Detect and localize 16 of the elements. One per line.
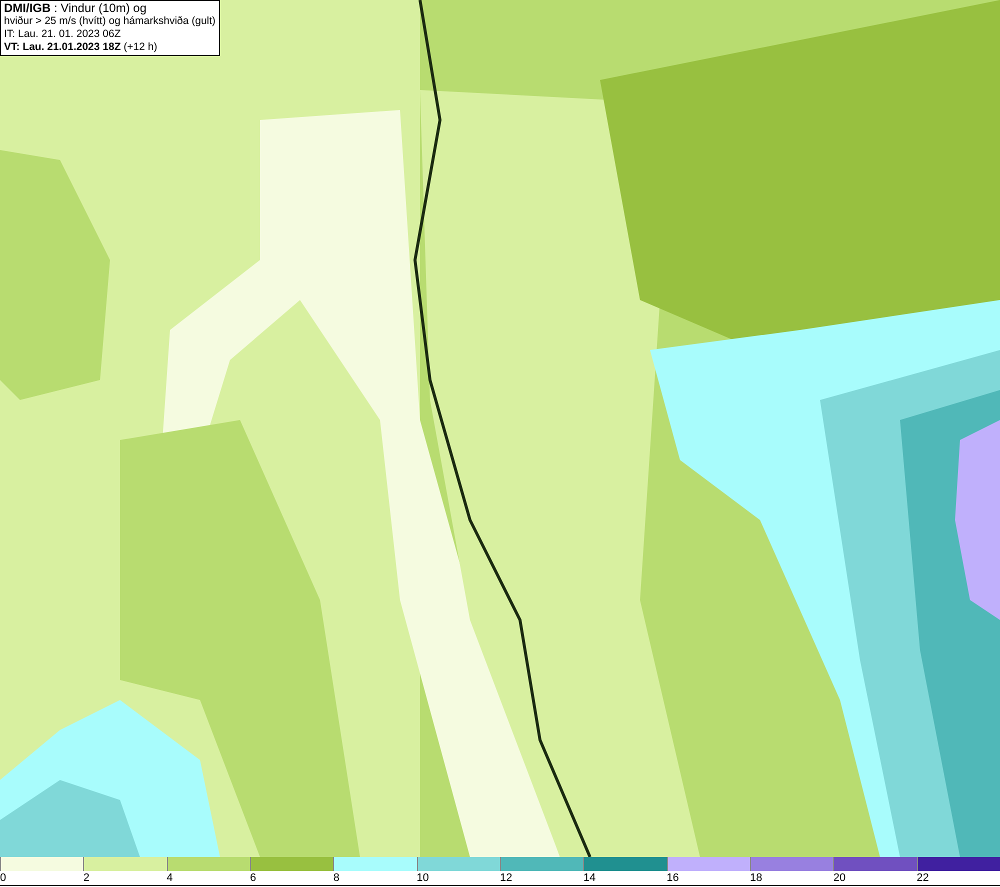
legend-label: 6: [250, 871, 256, 885]
header-text: VT: Lau. 21.01.2023 18Z (+12 h): [4, 41, 158, 54]
legend-label: 8: [333, 871, 340, 885]
legend-label: 22: [916, 871, 929, 885]
legend-label: 18: [750, 871, 762, 885]
legend-label: 4: [166, 871, 173, 885]
header-text: hviður > 25 m/s (hvítt) og hámarkshviða (gult): [4, 15, 216, 28]
legend-label: 16: [666, 871, 679, 885]
legend-label: 0: [0, 871, 6, 885]
legend-label: 14: [583, 871, 596, 885]
header-text: IT: Lau. 21. 01. 2023 06Z: [4, 28, 122, 41]
legend-label: 12: [500, 871, 512, 885]
legend-label: 2: [83, 871, 90, 885]
legend-label: 10: [416, 871, 429, 885]
legend-label: 20: [833, 871, 846, 885]
header-text: DMI/IGB : Vindur (10m) og: [4, 2, 148, 15]
